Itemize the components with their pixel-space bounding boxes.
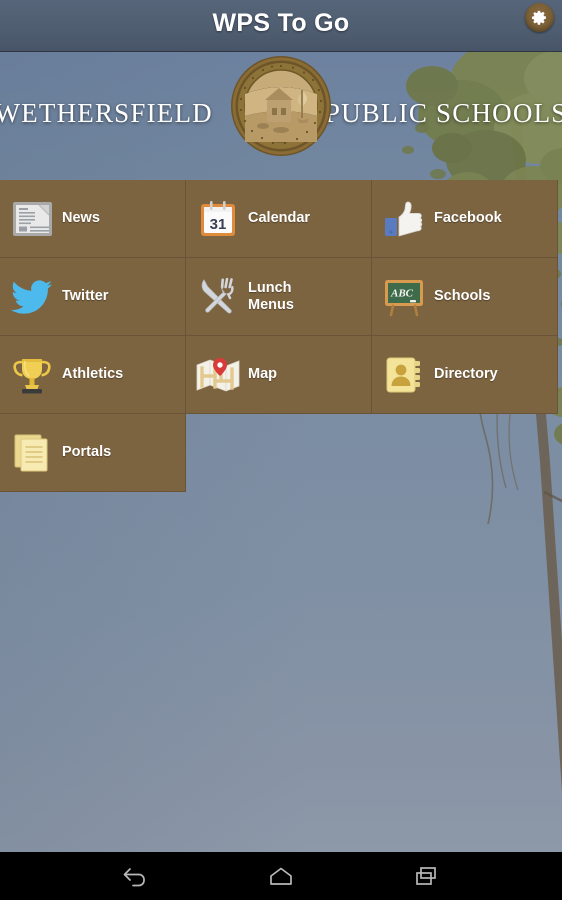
tile-portals[interactable]: Portals [0,414,186,492]
chalkboard-abc-icon: ABC [374,258,434,335]
folded-map-pin-icon [188,336,248,413]
tile-map[interactable]: Map [186,336,372,414]
calendar-icon: 31 [188,180,248,257]
app-root: WPS To Go WETHERSFIELD PUBLIC SCHOOLS Ne… [0,0,562,900]
tile-label-facebook: Facebook [434,210,502,226]
tile-twitter[interactable]: Twitter [0,258,186,336]
app-title: WPS To Go [212,9,350,37]
tile-label-map: Map [248,366,277,382]
tile-label-schools: Schools [434,288,491,304]
tile-label-news: News [62,210,100,226]
tile-news[interactable]: News [0,180,186,258]
facebook-thumbs-up-icon [374,180,434,257]
tile-label-lunch-menus: Lunch Menus [248,279,294,313]
address-book-icon [374,336,434,413]
back-arrow-icon [123,868,145,887]
newspaper-icon [2,180,62,257]
trophy-icon [2,336,62,413]
tile-athletics[interactable]: Athletics [0,336,186,414]
tile-label-twitter: Twitter [62,288,109,304]
title-bar: WPS To Go [0,0,562,52]
android-nav-bar [0,852,562,900]
tile-label-directory: Directory [434,366,498,382]
tile-schools[interactable]: ABC Schools [372,258,558,336]
documents-icon [2,414,62,491]
grid-row-1: News 31 Calendar Facebook [0,180,562,258]
tile-label-portals: Portals [62,444,112,460]
svg-text:31: 31 [210,216,227,233]
recent-apps-icon [416,867,436,885]
town-seal-icon [231,56,331,156]
grid-row-2: Twitter Lunch Menus ABC Schools [0,258,562,336]
grid-row-4: Portals [0,414,562,492]
twitter-bird-icon [2,258,62,335]
tile-directory[interactable]: Directory [372,336,558,414]
settings-button[interactable] [525,3,554,32]
tile-facebook[interactable]: Facebook [372,180,558,258]
tile-label-calendar: Calendar [248,210,311,226]
nav-home-button[interactable] [254,856,308,896]
home-icon [270,867,292,885]
banner-text-right: PUBLIC SCHOOLS [324,98,562,128]
school-banner: WETHERSFIELD PUBLIC SCHOOLS [0,52,562,180]
tile-label-athletics: Athletics [62,366,124,382]
svg-text:ABC: ABC [390,287,414,299]
banner-text-left: WETHERSFIELD [0,98,213,128]
gear-icon [531,10,546,25]
nav-recents-button[interactable] [400,856,454,896]
grid-row-3: Athletics Map Directory [0,336,562,414]
tile-calendar[interactable]: 31 Calendar [186,180,372,258]
menu-grid: News 31 Calendar Facebook Twitter Lunch … [0,180,562,492]
tile-lunch-menus[interactable]: Lunch Menus [186,258,372,336]
fork-knife-icon [188,258,248,335]
nav-back-button[interactable] [108,856,162,896]
